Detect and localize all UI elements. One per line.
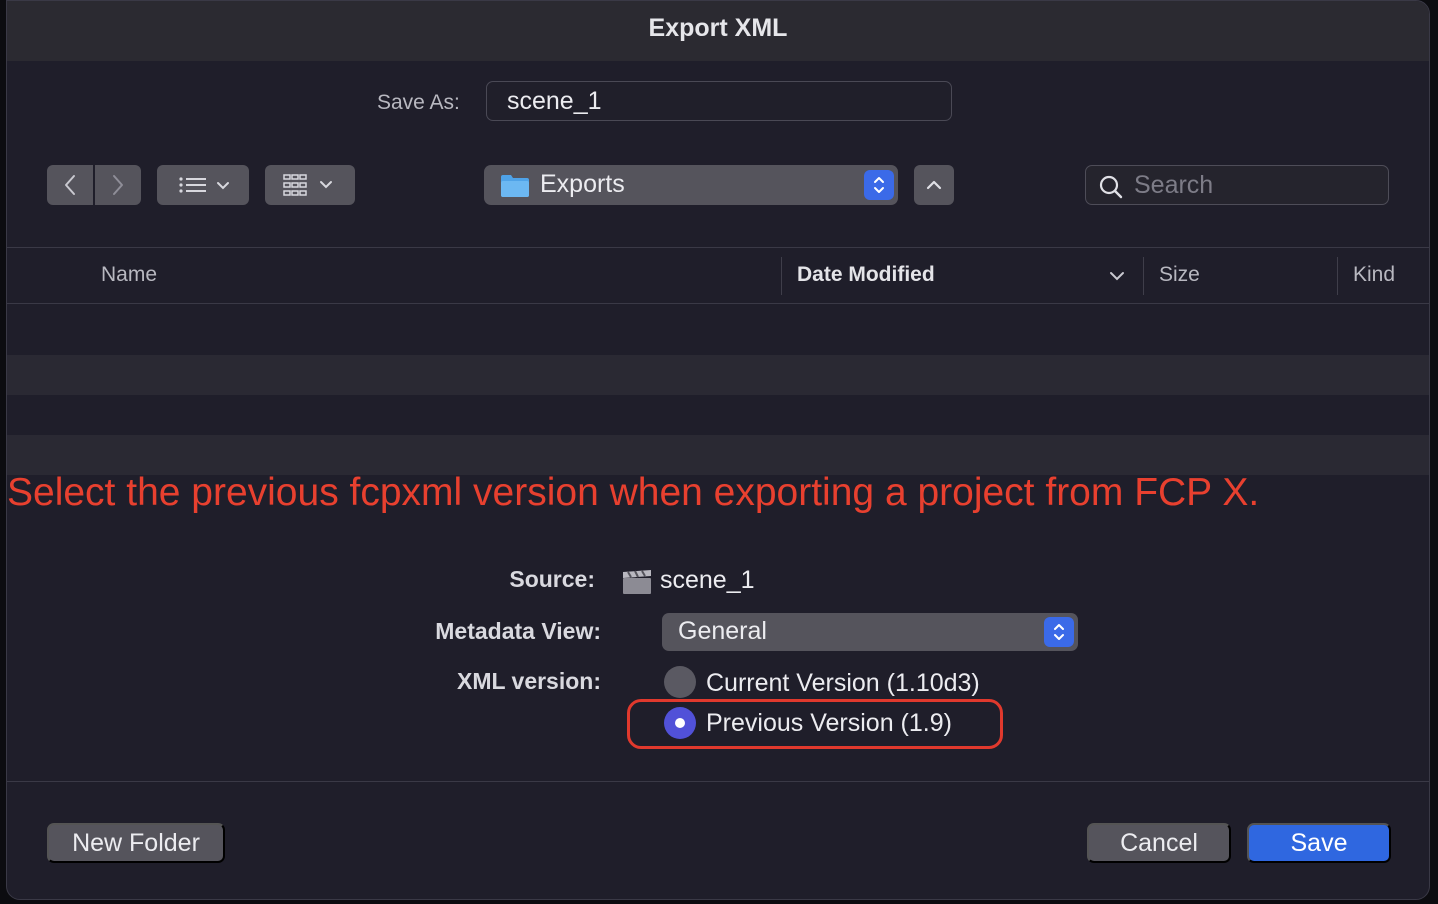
- grid-view-icon: [283, 174, 332, 196]
- column-header-date-modified[interactable]: Date Modified: [797, 263, 935, 287]
- chevron-right-icon: [113, 175, 123, 195]
- save-as-label: Save As:: [377, 91, 460, 114]
- search-input[interactable]: [1134, 169, 1374, 201]
- title-bar: Export XML: [7, 1, 1429, 61]
- annotation-text: Select the previous fcpxml version when …: [7, 471, 1260, 514]
- list-row-stripe: [7, 355, 1429, 395]
- save-button[interactable]: Save: [1247, 823, 1391, 863]
- save-as-input[interactable]: [486, 81, 952, 121]
- metadata-view-popup[interactable]: General: [662, 613, 1078, 651]
- separator: [7, 303, 1429, 304]
- column-header-size[interactable]: Size: [1159, 263, 1200, 287]
- chevron-left-icon: [65, 175, 75, 195]
- list-row-stripe: [7, 435, 1429, 475]
- location-popup[interactable]: Exports: [484, 165, 898, 205]
- sort-chevron-down-icon: [1110, 272, 1124, 281]
- metadata-view-label: Metadata View:: [435, 618, 601, 644]
- separator: [7, 781, 1429, 782]
- column-header-kind[interactable]: Kind: [1353, 263, 1395, 287]
- up-down-chevron-icon: [874, 177, 884, 193]
- column-divider: [781, 257, 782, 295]
- up-down-chevron-icon: [1054, 624, 1064, 640]
- list-view-button[interactable]: [157, 165, 249, 205]
- clapperboard-icon: [623, 570, 651, 594]
- xml-version-label: XML version:: [457, 668, 601, 694]
- highlight-outline: [627, 699, 1003, 749]
- source-value: scene_1: [660, 566, 755, 594]
- radio-current-version-label[interactable]: Current Version (1.10d3): [706, 669, 980, 698]
- location-label: Exports: [540, 170, 625, 198]
- chevron-up-icon: [926, 180, 942, 190]
- expand-collapse-button[interactable]: [914, 165, 954, 205]
- export-xml-dialog: Export XML Save As: Expo: [6, 0, 1430, 900]
- grid-view-button[interactable]: [265, 165, 355, 205]
- folder-icon: [501, 175, 529, 197]
- column-divider: [1337, 257, 1338, 295]
- dialog-title: Export XML: [648, 14, 788, 42]
- forward-button[interactable]: [95, 165, 141, 205]
- search-field[interactable]: [1085, 165, 1389, 205]
- metadata-view-value: General: [678, 617, 767, 645]
- cancel-button[interactable]: Cancel: [1087, 823, 1231, 863]
- column-header-name[interactable]: Name: [101, 263, 157, 287]
- back-button[interactable]: [47, 165, 93, 205]
- new-folder-button[interactable]: New Folder: [47, 823, 225, 863]
- metadata-stepper: [1044, 617, 1074, 647]
- radio-current-version[interactable]: [664, 666, 696, 698]
- list-view-icon: [179, 177, 229, 193]
- source-label: Source:: [509, 566, 595, 592]
- search-icon: [1099, 175, 1123, 199]
- location-stepper: [864, 170, 894, 200]
- column-divider: [1143, 257, 1144, 295]
- separator: [7, 247, 1429, 248]
